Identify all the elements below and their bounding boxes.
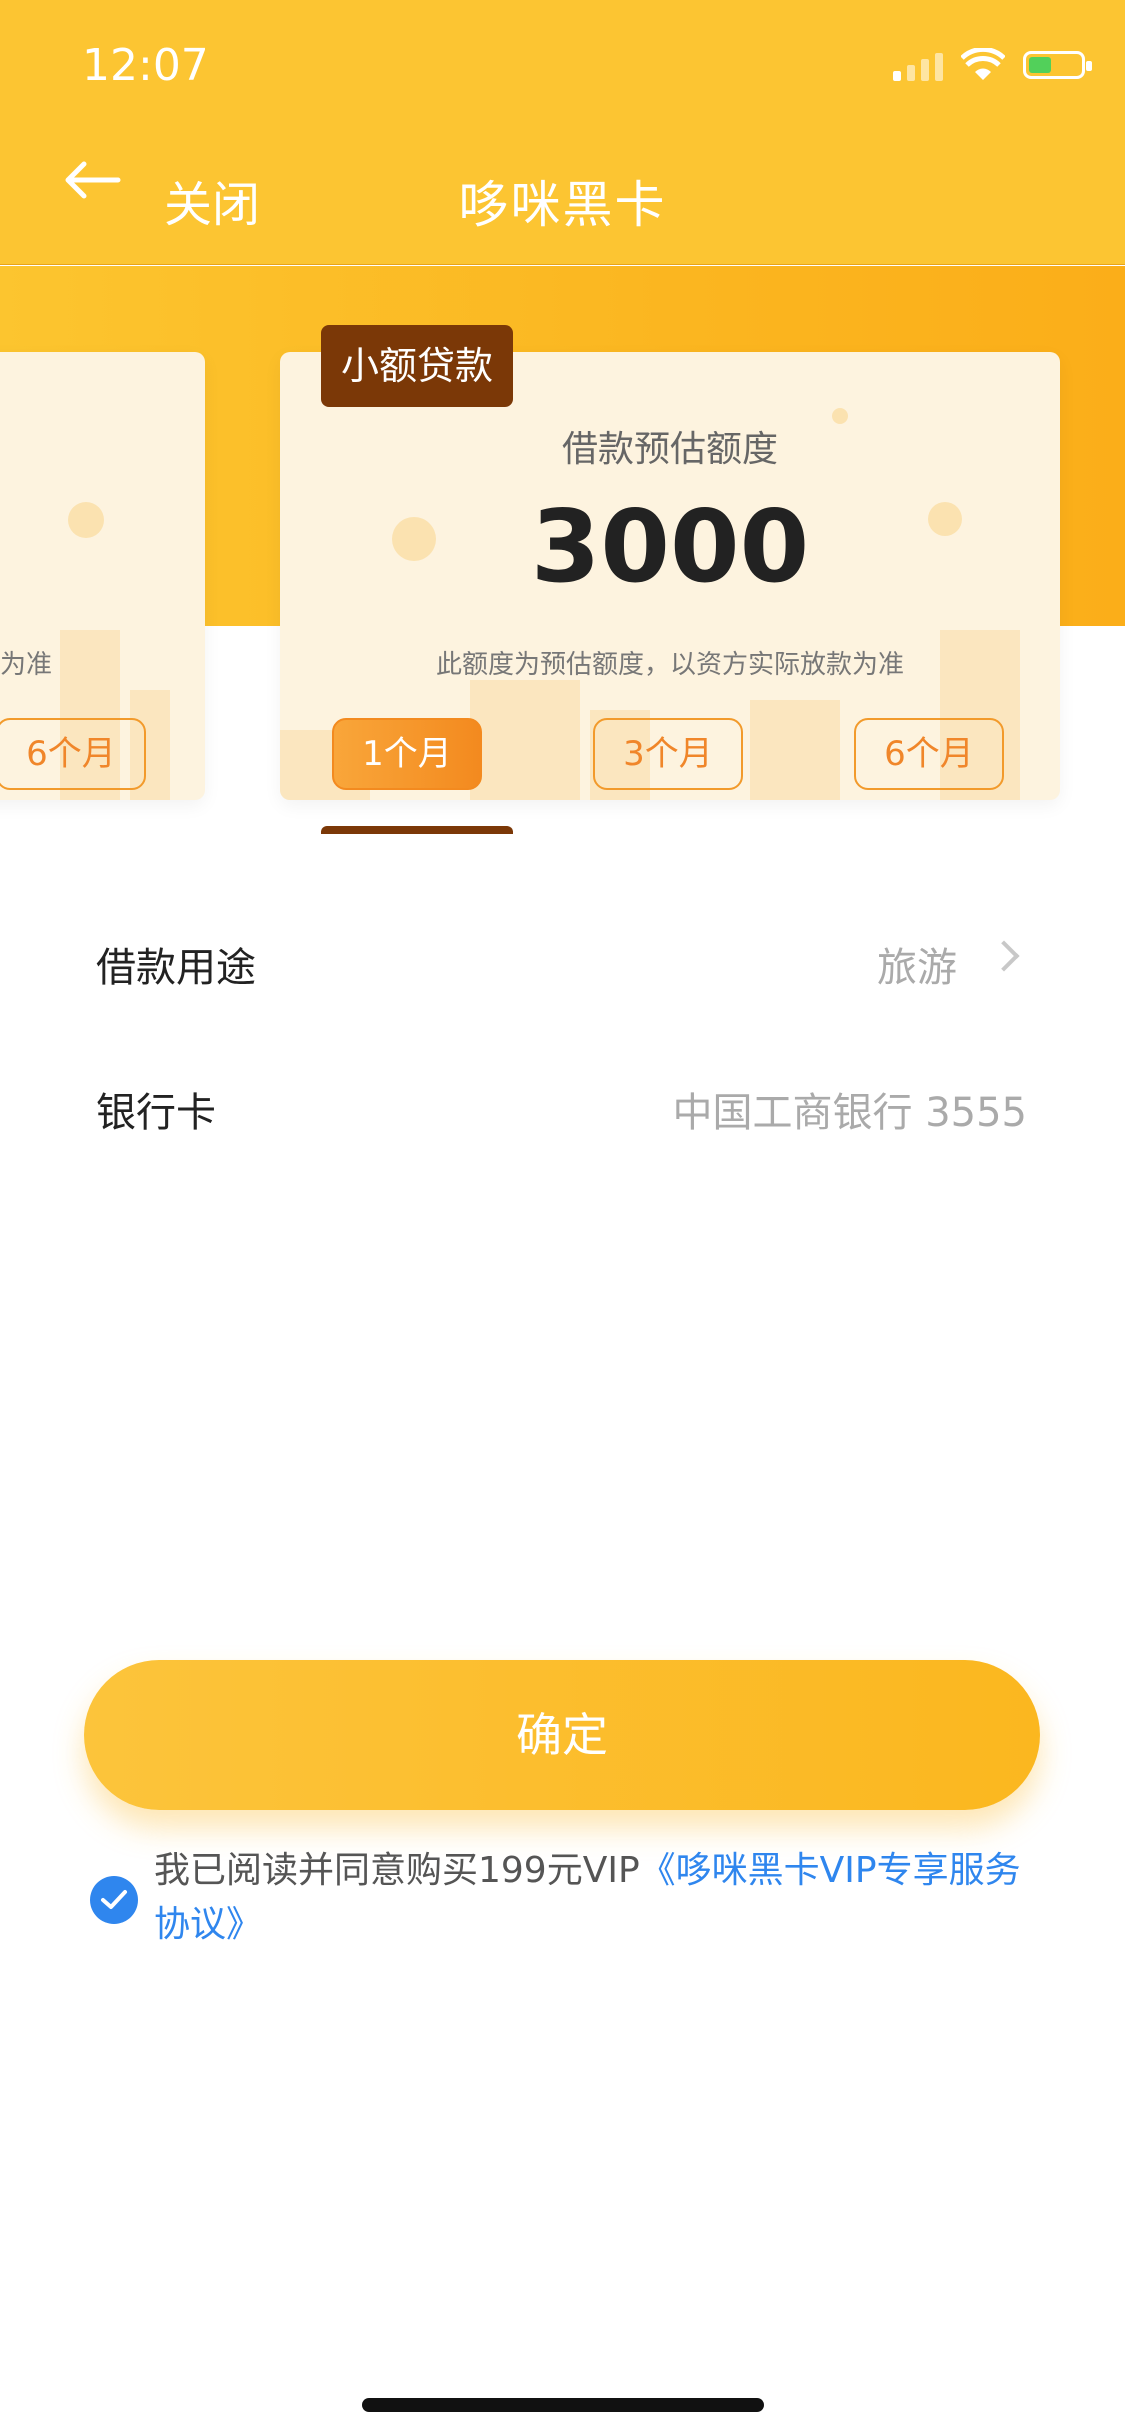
previous-card-period-6-month[interactable]: 6个月: [0, 718, 146, 790]
period-1-month-button[interactable]: 1个月: [332, 718, 482, 790]
period-6-month-button[interactable]: 6个月: [854, 718, 1004, 790]
loan-amount: 3000: [530, 488, 810, 605]
decor-dot: [68, 502, 104, 538]
chevron-right-icon[interactable]: [988, 940, 1020, 972]
agreement-statement: 我已阅读并同意购买199元VIP: [154, 1850, 640, 1891]
previous-card-note: 为准: [0, 650, 53, 680]
decor-building: [470, 680, 580, 800]
period-3-month-button[interactable]: 3个月: [593, 718, 743, 790]
battery-icon: [1023, 51, 1092, 79]
bank-card-value[interactable]: 中国工商银行 3555: [672, 1080, 1027, 1138]
signal-icon: [893, 49, 943, 81]
status-icons: [893, 48, 1092, 82]
status-time: 12:07: [82, 40, 209, 91]
check-icon: [101, 1890, 127, 1909]
home-indicator[interactable]: [362, 2398, 764, 2412]
decor-building: [750, 700, 840, 800]
purpose-value[interactable]: 旅游: [877, 935, 957, 993]
agreement-text: 我已阅读并同意购买199元VIP《哆咪黑卡VIP专享服务协议》: [154, 1844, 1054, 1952]
amount-note: 此额度为预估额度，以资方实际放款为准: [435, 650, 904, 680]
purpose-label: 借款用途: [96, 945, 256, 991]
next-card-tag-peek: [321, 826, 513, 834]
page-title: 哆咪黑卡: [458, 176, 667, 234]
amount-label: 借款预估额度: [561, 429, 778, 470]
bank-card-label: 银行卡: [96, 1090, 216, 1136]
loan-type-tag: 小额贷款: [321, 325, 513, 407]
header: 12:07 关闭 哆咪黑卡: [0, 0, 1125, 265]
wifi-icon: [961, 48, 1005, 80]
confirm-button[interactable]: 确定: [84, 1660, 1040, 1810]
agreement-checkbox[interactable]: [90, 1876, 138, 1924]
